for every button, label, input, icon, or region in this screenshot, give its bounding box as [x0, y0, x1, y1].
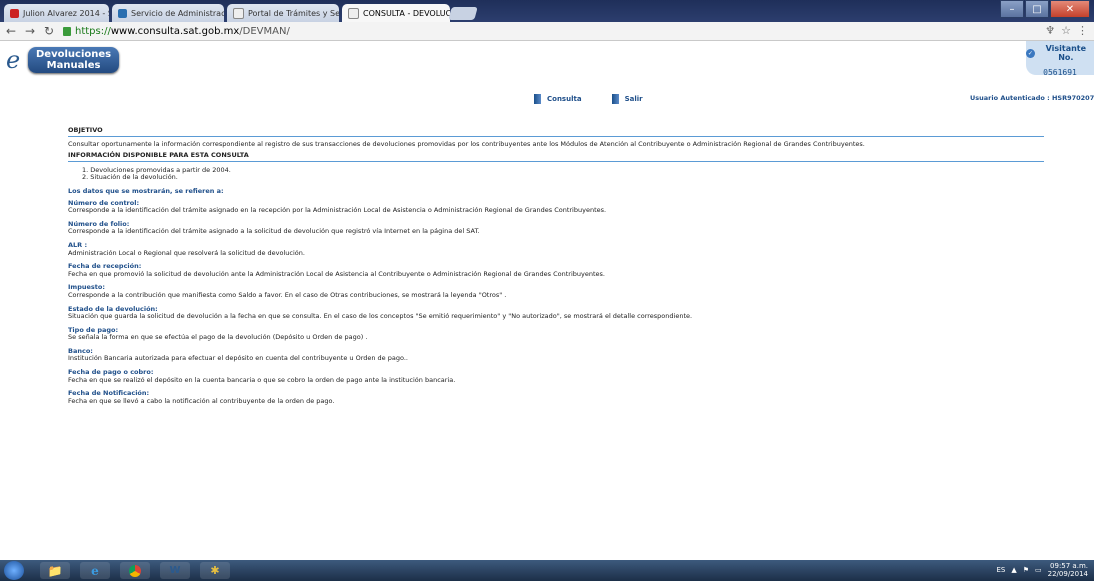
- field-text: Situación que guarda la solicitud de dev…: [68, 312, 693, 321]
- document-icon: [534, 94, 541, 104]
- tab-label: Servicio de Administració: [131, 8, 224, 18]
- back-icon[interactable]: ←: [3, 23, 19, 39]
- logo-line1: Devoluciones: [36, 49, 112, 60]
- visitor-number: 0561691: [1043, 68, 1077, 77]
- lock-icon: [63, 26, 71, 36]
- browser-tab[interactable]: Servicio de Administració ×: [112, 4, 224, 22]
- browser-toolbar: ← → ↻ https://www.consulta.sat.gob.mx/DE…: [0, 22, 1094, 41]
- field-text: Institución Bancaria autorizada para efe…: [68, 354, 408, 363]
- url-host: www.consulta.sat.gob.mx: [110, 25, 240, 37]
- url-path: /DEVMAN/: [239, 25, 290, 37]
- document-icon: [611, 94, 619, 104]
- field-definition: Fecha de recepción: Fecha en que promovi…: [68, 263, 1044, 278]
- field-definition: ALR : Administración Local o Regional qu…: [68, 241, 1044, 257]
- browser-tab-active[interactable]: CONSULTA - DEVOLUCIÓ ×: [342, 4, 450, 22]
- windows-taskbar: 📁 e W ✱ ES ▲ ⚑ ▭ 09:57 a.m. 22/09/2014: [0, 560, 1094, 581]
- reload-icon[interactable]: ↻: [41, 23, 57, 39]
- menu-icon[interactable]: ⋮: [1077, 24, 1088, 37]
- visitor-label: Visitante No.: [1045, 44, 1087, 62]
- page-icon: [233, 7, 244, 19]
- field-definition: Número de control: Corresponde a la iden…: [68, 199, 1044, 215]
- start-button[interactable]: [4, 561, 24, 580]
- clock-time: 09:57 a.m.: [1050, 562, 1088, 570]
- tray-arrow-icon[interactable]: ▲: [1011, 566, 1016, 574]
- maximize-button[interactable]: □: [1025, 0, 1049, 18]
- field-definition: Estado de la devolución: Situación que g…: [68, 305, 1044, 321]
- chrome-icon[interactable]: [120, 562, 150, 579]
- menu-consulta[interactable]: Consulta: [534, 94, 582, 104]
- page-icon: [348, 7, 359, 19]
- url-scheme: https://: [75, 25, 111, 37]
- word-icon[interactable]: W: [160, 562, 190, 579]
- browser-tab[interactable]: Julion Alvarez 2014 - Sc ×: [4, 4, 109, 22]
- minimize-button[interactable]: –: [1000, 0, 1024, 18]
- usuario-value: HSR970207S9: [1051, 94, 1094, 102]
- field-text: Corresponde a la identificación del trám…: [68, 227, 480, 236]
- browser-tab-strip: Julion Alvarez 2014 - Sc × Servicio de A…: [0, 0, 1094, 22]
- section-title-info: INFORMACIÓN DISPONIBLE PARA ESTA CONSULT…: [68, 152, 1044, 162]
- extension-icon[interactable]: ♆: [1045, 24, 1055, 37]
- datos-heading: Los datos que se mostrarán, se refieren …: [68, 186, 224, 195]
- page: e Devoluciones Manuales ✓ Visitante No. 0…: [0, 41, 1094, 560]
- bookmark-star-icon[interactable]: ☆: [1061, 24, 1071, 37]
- field-definition: Tipo de pago: Se señala la forma en que …: [68, 326, 1044, 342]
- field-text: Fecha en que promovió la solicitud de de…: [68, 269, 605, 278]
- field-definition: Fecha de pago o cobro: Fecha en que se r…: [68, 368, 1044, 384]
- field-definition: Fecha de Notificación: Fecha en que se l…: [68, 390, 1044, 405]
- info-list: 1. Devoluciones promovidas a partir de 2…: [82, 165, 1044, 182]
- field-definition: Número de folio: Corresponde a la identi…: [68, 220, 1044, 236]
- e-logo-icon: e: [6, 46, 21, 74]
- youtube-icon: [10, 8, 19, 18]
- logo-text: Devoluciones Manuales: [28, 47, 120, 73]
- browser-tab[interactable]: Portal de Trámites y Servi ×: [227, 4, 339, 22]
- logo-line2: Manuales: [46, 60, 101, 71]
- tab-label: CONSULTA - DEVOLUCIÓ: [363, 8, 450, 18]
- list-item: 2. Situación de la devolución.: [82, 173, 178, 182]
- field-text: Corresponde a la identificación del trám…: [68, 206, 607, 215]
- close-window-button[interactable]: ✕: [1050, 0, 1090, 18]
- authenticated-user: Usuario Autenticado : HSR970207S9: [970, 94, 1094, 102]
- tab-label: Julion Alvarez 2014 - Sc: [23, 8, 109, 18]
- usuario-label: Usuario Autenticado :: [970, 94, 1050, 102]
- internet-explorer-icon[interactable]: e: [80, 562, 110, 579]
- field-definition: Banco: Institución Bancaria autorizada p…: [68, 347, 1044, 363]
- new-tab-button[interactable]: [448, 7, 478, 20]
- sat-icon: [118, 8, 127, 18]
- field-definition: Impuesto: Corresponde a la contribución …: [68, 284, 1044, 299]
- objetivo-text: Consultar oportunamente la información c…: [68, 139, 865, 148]
- field-text: Fecha en que se realizó el depósito en l…: [68, 375, 456, 384]
- flag-icon[interactable]: ⚑: [1023, 566, 1029, 574]
- menu-salir-label: Salir: [624, 95, 643, 103]
- section-title-objetivo: OBJETIVO: [68, 126, 1044, 137]
- field-text: Fecha en que se llevó a cabo la notifica…: [68, 396, 335, 405]
- list-item: 1. Devoluciones promovidas a partir de 2…: [82, 165, 231, 174]
- menu-consulta-label: Consulta: [547, 95, 582, 103]
- main-content: OBJETIVO Consultar oportunamente la info…: [68, 126, 1044, 411]
- field-text: Se señala la forma en que se efectúa el …: [68, 333, 368, 342]
- clock-date: 22/09/2014: [1047, 570, 1088, 578]
- window-controls: – □ ✕: [999, 0, 1090, 18]
- address-bar[interactable]: https://www.consulta.sat.gob.mx/DEVMAN/: [63, 26, 290, 37]
- check-icon: ✓: [1026, 48, 1035, 58]
- field-text: Corresponde a la contribución que manifi…: [68, 290, 507, 299]
- tab-label: Portal de Trámites y Servi: [248, 8, 339, 18]
- paint-icon[interactable]: ✱: [200, 562, 230, 579]
- menu-salir[interactable]: Salir: [611, 94, 643, 104]
- forward-icon[interactable]: →: [22, 23, 38, 39]
- field-text: Administración Local o Regional que reso…: [68, 248, 305, 257]
- clock[interactable]: 09:57 a.m. 22/09/2014: [1048, 562, 1088, 578]
- language-indicator[interactable]: ES: [996, 566, 1005, 574]
- system-tray: ES ▲ ⚑ ▭ 09:57 a.m. 22/09/2014: [996, 562, 1088, 578]
- devoluciones-manuales-logo: e Devoluciones Manuales: [6, 46, 120, 74]
- network-icon[interactable]: ▭: [1035, 566, 1042, 574]
- visitor-counter: ✓ Visitante No. 0561691: [1026, 41, 1094, 77]
- file-explorer-icon[interactable]: 📁: [40, 562, 70, 579]
- main-menu: Consulta Salir: [534, 94, 643, 104]
